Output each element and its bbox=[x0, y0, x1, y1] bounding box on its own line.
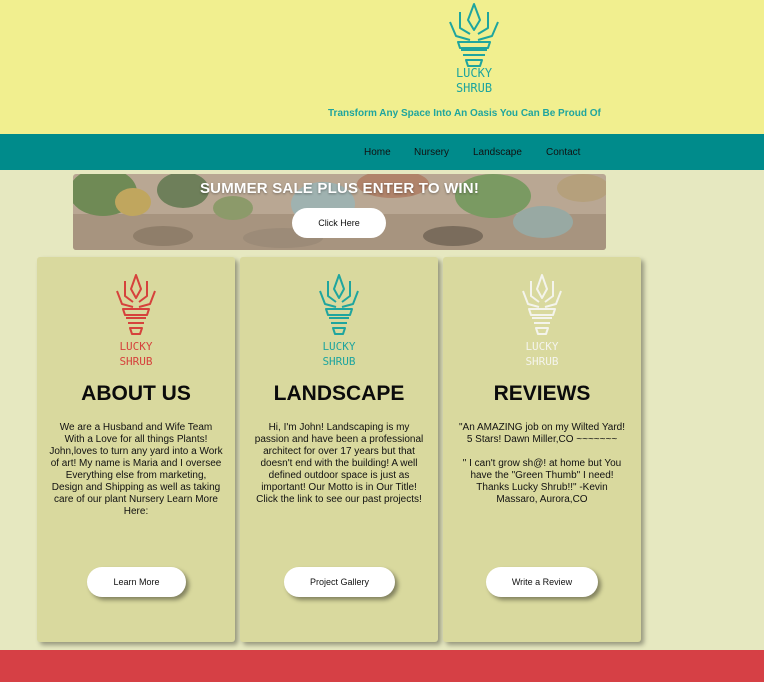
plant-icon bbox=[449, 3, 499, 67]
review-2: " I can't grow sh@! at home but You have… bbox=[462, 458, 622, 505]
plant-icon bbox=[319, 274, 359, 335]
card-paragraph: We are a Husband and Wife Team With a Lo… bbox=[49, 422, 223, 517]
card-text: We are a Husband and Wife Team With a Lo… bbox=[49, 422, 223, 530]
plant-icon bbox=[522, 274, 562, 335]
nav-landscape[interactable]: Landscape bbox=[473, 147, 522, 158]
card-title: LANDSCAPE bbox=[273, 382, 405, 405]
card-text: "An AMAZING job on my Wilted Yard! 5 Sta… bbox=[455, 422, 629, 518]
sale-banner: SUMMER SALE PLUS ENTER TO WIN! Click Her… bbox=[73, 174, 606, 250]
card-title: ABOUT US bbox=[81, 382, 191, 405]
card-logo-text-line1: LUCKY bbox=[525, 340, 558, 353]
site-header: LUCKY SHRUB Transform Any Space Into An … bbox=[0, 0, 764, 134]
logo-text-line2: SHRUB bbox=[456, 81, 492, 95]
review-1: "An AMAZING job on my Wilted Yard! 5 Sta… bbox=[458, 422, 625, 445]
landscape-card: LUCKY SHRUB LANDSCAPE Hi, I'm John! Land… bbox=[240, 257, 438, 642]
card-title: REVIEWS bbox=[493, 382, 591, 405]
project-gallery-button[interactable]: Project Gallery bbox=[284, 567, 395, 597]
about-card: LUCKY SHRUB ABOUT US We are a Husband an… bbox=[37, 257, 235, 642]
tagline: Transform Any Space Into An Oasis You Ca… bbox=[328, 108, 601, 119]
logo-text-line1: LUCKY bbox=[456, 66, 493, 80]
nav-contact[interactable]: Contact bbox=[546, 147, 580, 158]
nav-home[interactable]: Home bbox=[364, 147, 391, 158]
banner-title: SUMMER SALE PLUS ENTER TO WIN! bbox=[199, 180, 480, 197]
lucky-shrub-logo[interactable]: LUCKY SHRUB bbox=[438, 0, 510, 98]
card-paragraph: Hi, I'm John! Landscaping is my passion … bbox=[254, 422, 424, 505]
card-text: Hi, I'm John! Landscaping is my passion … bbox=[252, 422, 426, 518]
shrub-logo-white: LUCKY SHRUB bbox=[522, 274, 562, 368]
shrub-logo-red: LUCKY SHRUB bbox=[116, 274, 156, 368]
card-logo-text-line2: SHRUB bbox=[119, 355, 152, 368]
main-nav: Home Nursery Landscape Contact bbox=[0, 134, 764, 170]
learn-more-button[interactable]: Learn More bbox=[87, 567, 186, 597]
card-logo-text-line2: SHRUB bbox=[525, 355, 558, 368]
shrub-logo-teal: LUCKY SHRUB bbox=[319, 274, 359, 368]
nav-nursery[interactable]: Nursery bbox=[414, 147, 449, 158]
reviews-card: LUCKY SHRUB REVIEWS "An AMAZING job on m… bbox=[443, 257, 641, 642]
click-here-button[interactable]: Click Here bbox=[292, 208, 386, 238]
card-logo-text-line2: SHRUB bbox=[322, 355, 355, 368]
card-logo-text-line1: LUCKY bbox=[119, 340, 152, 353]
plant-icon bbox=[116, 274, 156, 335]
site-footer bbox=[0, 650, 764, 682]
card-logo-text-line1: LUCKY bbox=[322, 340, 355, 353]
write-review-button[interactable]: Write a Review bbox=[486, 567, 598, 597]
